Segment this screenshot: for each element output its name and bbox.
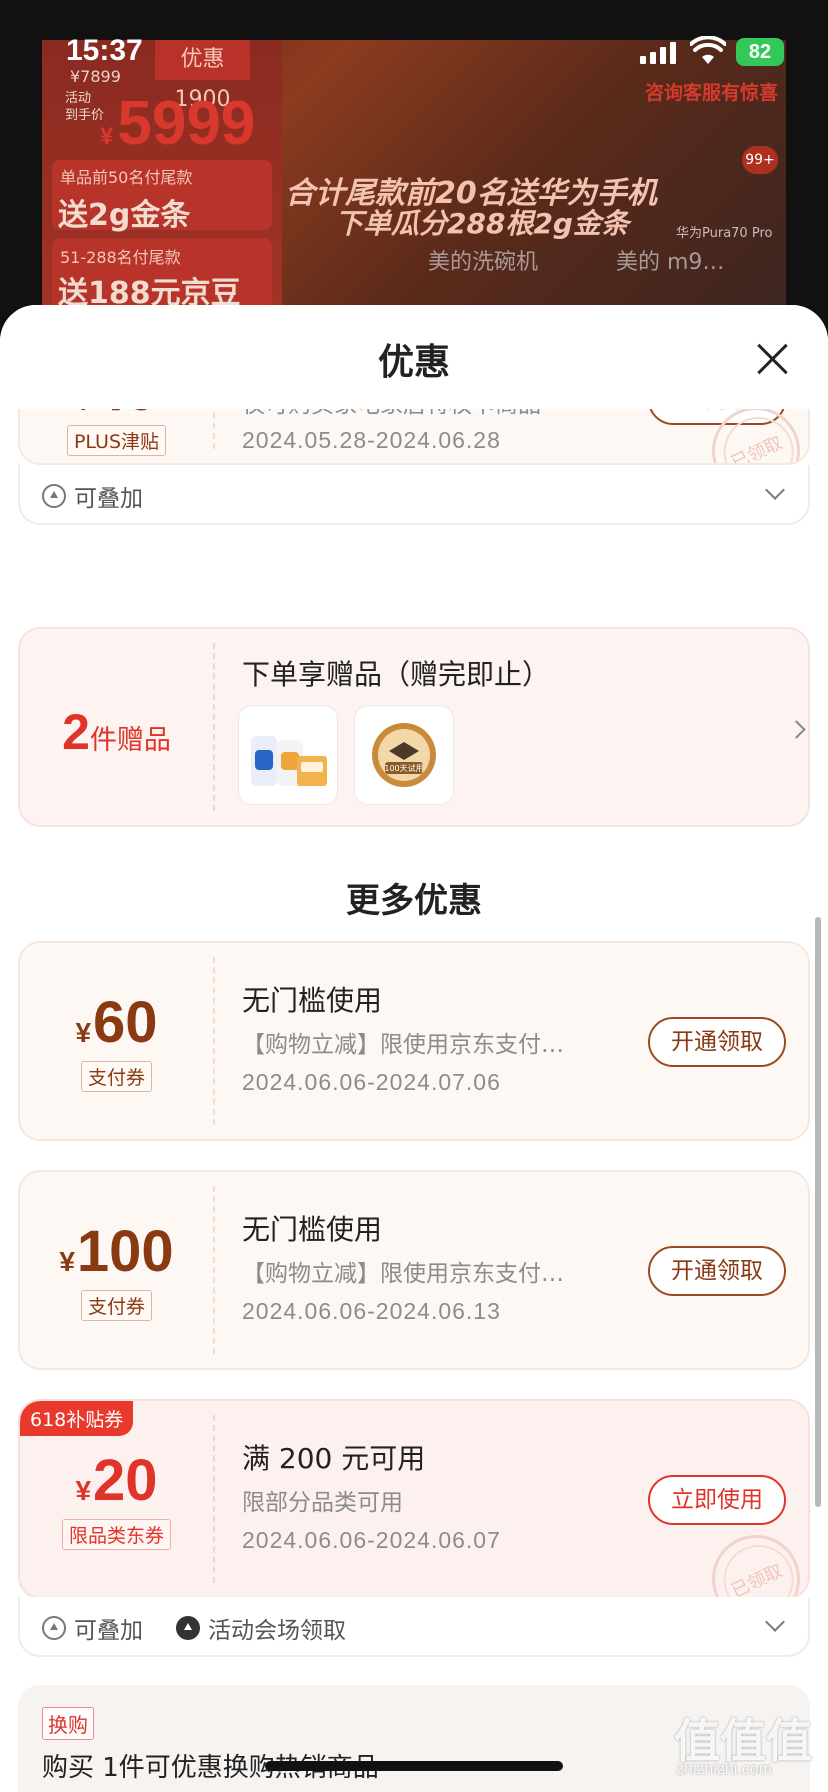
- gift-promo-2: 51-288名付尾款 送188元京豆: [52, 238, 272, 311]
- chevron-down-icon[interactable]: [765, 480, 785, 500]
- coupon-type-tag: 支付券: [20, 1061, 213, 1092]
- scrollbar[interactable]: [815, 917, 821, 1507]
- swap-tag: 换购: [42, 1707, 94, 1740]
- svg-text:100天试用: 100天试用: [384, 763, 423, 773]
- venue-label: 活动会场领取: [208, 1618, 346, 1644]
- coupon-amount: ¥20: [75, 1448, 158, 1513]
- gift-count: 2件赠品: [62, 704, 171, 760]
- chevron-down-icon[interactable]: [765, 1612, 785, 1632]
- coupon-type-tag: 限品类东券: [20, 1519, 213, 1550]
- coupon-desc: 【购物立减】限使用京东支付…: [242, 1032, 564, 1058]
- gift-card[interactable]: 2件赠品 下单享赠品（赠完即止） 100天试用: [18, 627, 810, 827]
- coupon-date: 2024.05.28-2024.06.28: [242, 427, 501, 453]
- gift-title: 下单享赠品（赠完即止）: [242, 658, 551, 691]
- claimed-stamp: 已领取: [697, 1520, 808, 1597]
- message-badge: 99+: [742, 146, 778, 174]
- coupon-title: 无门槛使用: [242, 1213, 383, 1246]
- status-bar: 15:37 82: [0, 0, 828, 100]
- stackable-indicator: 可叠加: [42, 1611, 143, 1645]
- home-indicator[interactable]: [265, 1761, 563, 1771]
- coupon-desc: 【购物立减】限使用京东支付…: [242, 1261, 564, 1287]
- stackable-label: 可叠加: [74, 486, 143, 512]
- coupon-footer: 可叠加: [18, 465, 810, 525]
- recommendation-2: 美的 m9…: [616, 250, 725, 275]
- close-icon[interactable]: [754, 341, 790, 377]
- section-title-more: 更多优惠: [346, 881, 482, 921]
- coupon-card-60: ¥60 支付券 无门槛使用 【购物立减】限使用京东支付… 2024.06.06-…: [18, 941, 810, 1141]
- coupon-date: 2024.06.06-2024.06.07: [242, 1527, 501, 1553]
- trial-badge-image: 100天试用: [372, 723, 436, 787]
- activate-claim-button[interactable]: 开通领取: [648, 1246, 786, 1296]
- coupon-footer: 可叠加 活动会场领取: [18, 1597, 810, 1657]
- coupon-desc: 限部分品类可用: [242, 1490, 403, 1516]
- watermark-url: zhizhizhi.com: [676, 1761, 773, 1778]
- coupon-type-tag: PLUS津贴: [20, 425, 213, 456]
- activate-claim-button[interactable]: 开通领取: [648, 1017, 786, 1067]
- venue-indicator[interactable]: 活动会场领取: [176, 1611, 346, 1645]
- coupon-divider: [213, 957, 215, 1125]
- coupon-sheet: ¥40 PLUS津贴 仅可购买家电家居特权卡商品 2024.05.28-2024…: [0, 305, 828, 1792]
- sheet-header: 优惠: [0, 305, 828, 409]
- recommendation-1: 美的洗碗机: [428, 250, 539, 275]
- coupon-date: 2024.06.06-2024.06.13: [242, 1298, 501, 1324]
- clock: 15:37: [66, 34, 143, 67]
- coupon-amount: ¥60: [75, 990, 158, 1055]
- stack-icon: [42, 484, 66, 508]
- stackable-label: 可叠加: [74, 1618, 143, 1644]
- venue-icon: [176, 1616, 200, 1640]
- coupon-divider: [213, 1186, 215, 1354]
- coupon-card-618: 618补贴券 ¥20 限品类东券 满 200 元可用 限部分品类可用 2024.…: [18, 1399, 810, 1599]
- gift-thumbnail-trial-badge[interactable]: 100天试用: [354, 705, 454, 805]
- coupon-type-tag: 支付券: [20, 1290, 213, 1321]
- gift-promo-1: 单品前50名付尾款 送2g金条: [52, 160, 272, 233]
- stack-icon: [42, 1616, 66, 1640]
- gift-thumbnail-detergent[interactable]: [238, 705, 338, 805]
- chevron-right-icon[interactable]: [787, 720, 806, 739]
- stackable-indicator: 可叠加: [42, 479, 143, 513]
- cellular-signal-icon: [640, 40, 676, 64]
- subsidy-badge: 618补贴券: [20, 1401, 134, 1436]
- sheet-content[interactable]: ¥40 PLUS津贴 仅可购买家电家居特权卡商品 2024.05.28-2024…: [0, 305, 828, 1792]
- coupon-title: 满 200 元可用: [242, 1442, 426, 1475]
- use-now-button[interactable]: 立即使用: [648, 1475, 786, 1525]
- coupon-divider: [213, 1415, 215, 1583]
- coupon-title: 无门槛使用: [242, 984, 383, 1017]
- coupon-amount: ¥100: [59, 1219, 174, 1284]
- phone-label: 华为Pura70 Pro: [676, 226, 773, 241]
- banner-line-2: 下单瓜分288根2g金条: [335, 207, 629, 240]
- wifi-icon: [690, 36, 726, 64]
- detergent-image: [251, 736, 327, 786]
- battery-icon: 82: [736, 38, 784, 66]
- gift-divider: [213, 643, 215, 811]
- coupon-card-100: ¥100 支付券 无门槛使用 【购物立减】限使用京东支付… 2024.06.06…: [18, 1170, 810, 1370]
- coupon-date: 2024.06.06-2024.07.06: [242, 1069, 501, 1095]
- sheet-title: 优惠: [377, 342, 450, 383]
